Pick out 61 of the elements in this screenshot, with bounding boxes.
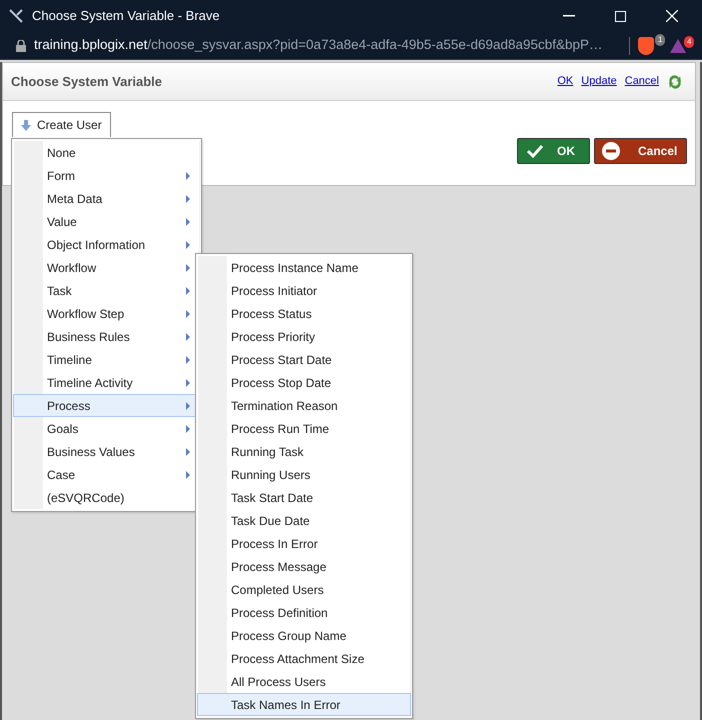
submenu-arrow-icon xyxy=(186,310,190,318)
menu-item[interactable]: Process Start Date xyxy=(197,348,411,371)
cancel-button[interactable]: Cancel xyxy=(594,138,687,164)
menu-item[interactable]: Task Names In Error xyxy=(197,693,411,716)
menu-item[interactable]: Process Priority xyxy=(197,325,411,348)
submenu-arrow-icon xyxy=(186,332,190,340)
down-arrow-icon xyxy=(21,120,31,130)
lock-icon xyxy=(16,40,26,52)
menu-item[interactable]: Process Initiator xyxy=(197,279,411,302)
menu-item[interactable]: All Process Users xyxy=(197,670,411,693)
menu-item[interactable]: Value xyxy=(13,210,200,233)
submenu-arrow-icon xyxy=(186,424,190,432)
menu-item[interactable]: Process Run Time xyxy=(197,417,411,440)
count-badge: 4 xyxy=(684,36,694,48)
checkmark-icon xyxy=(527,144,543,158)
menu-item[interactable]: Process In Error xyxy=(197,532,411,555)
submenu-arrow-icon xyxy=(186,356,190,364)
menu-item[interactable]: Object Information xyxy=(13,233,200,256)
menu-item[interactable]: Termination Reason xyxy=(197,394,411,417)
submenu-arrow-icon xyxy=(186,172,190,180)
submenu-arrow-icon xyxy=(186,402,190,410)
header-link[interactable]: Update xyxy=(581,73,617,90)
menu-item[interactable]: Form xyxy=(13,164,200,187)
menu-item[interactable]: Process Message xyxy=(197,555,411,578)
window-title: Choose System Variable - Brave xyxy=(32,7,221,26)
ok-button[interactable]: OK xyxy=(517,138,590,164)
variable-dropdown[interactable]: Create User xyxy=(12,112,111,137)
close-icon[interactable] xyxy=(666,10,678,22)
menu-item[interactable]: None xyxy=(13,141,200,164)
menu-item[interactable]: Task Start Date xyxy=(197,486,411,509)
submenu-arrow-icon xyxy=(186,218,190,226)
panel-title: Choose System Variable xyxy=(11,72,164,91)
menu-item[interactable]: Process Stop Date xyxy=(197,371,411,394)
shield-icon[interactable] xyxy=(638,36,654,54)
menu-item[interactable]: Running Users xyxy=(197,463,411,486)
minus-circle-icon xyxy=(602,142,620,160)
submenu-arrow-icon xyxy=(186,286,190,294)
submenu-arrow-icon xyxy=(186,264,190,272)
triangle-icon[interactable] xyxy=(670,38,686,52)
menu-item[interactable]: Process Status xyxy=(197,302,411,325)
address-field[interactable]: training.bplogix.net/choose_sysvar.aspx?pid=0a73a8e4-adfa-49b5-a55e-d69ad8a95cbf&bpP… xyxy=(34,35,621,56)
menu-item[interactable]: Process Group Name xyxy=(197,624,411,647)
header-link[interactable]: Cancel xyxy=(624,73,659,90)
app-icon xyxy=(8,8,24,24)
menu-item[interactable]: Running Task xyxy=(197,440,411,463)
menu-item[interactable]: Task Due Date xyxy=(197,509,411,532)
submenu-arrow-icon xyxy=(186,240,190,248)
submenu-arrow-icon xyxy=(186,378,190,386)
count-badge: 1 xyxy=(655,34,666,46)
menu-item[interactable]: Process Instance Name xyxy=(197,256,411,279)
submenu-arrow-icon xyxy=(186,194,190,202)
menu-item[interactable]: Meta Data xyxy=(13,187,200,210)
menu-item[interactable]: Completed Users xyxy=(197,578,411,601)
submenu-arrow-icon xyxy=(186,448,190,456)
minimize-icon[interactable] xyxy=(563,15,575,17)
menu-item[interactable]: Process Attachment Size xyxy=(197,647,411,670)
maximize-icon[interactable] xyxy=(615,10,626,22)
header-link[interactable]: OK xyxy=(557,73,574,90)
refresh-icon[interactable] xyxy=(667,74,683,90)
menu-item[interactable]: Process Definition xyxy=(197,601,411,624)
submenu-arrow-icon xyxy=(186,470,190,478)
